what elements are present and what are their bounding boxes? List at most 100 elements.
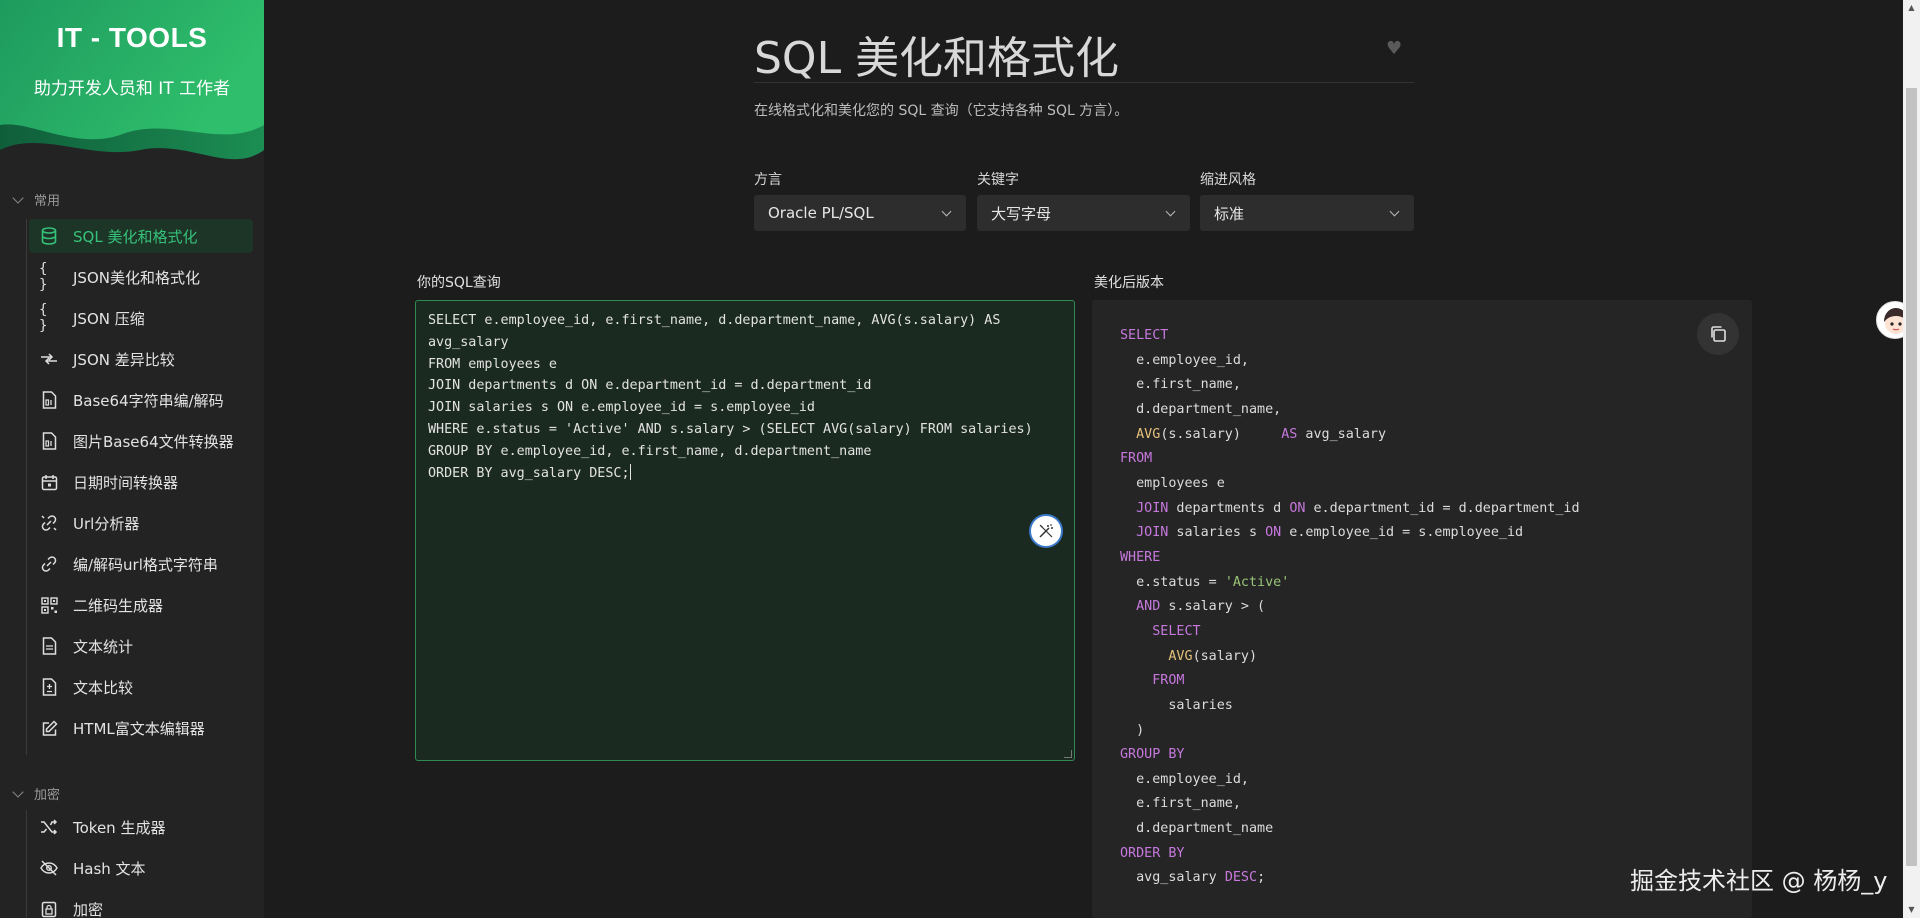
code-token: e.employee_id,	[1120, 771, 1249, 787]
sidebar-item-hash-text[interactable]: Hash 文本	[29, 851, 253, 885]
sidebar-item-datetime[interactable]: 日期时间转换器	[29, 465, 253, 499]
text-cursor	[629, 463, 631, 480]
code-line: e.first_name,	[1120, 377, 1241, 392]
chevron-down-icon	[12, 191, 24, 204]
file-text-icon	[39, 636, 59, 656]
code-line: d.department_name	[1120, 821, 1273, 836]
magic-wand-button[interactable]	[1029, 514, 1063, 548]
sidebar-item-url-parser[interactable]: Url分析器	[29, 506, 253, 540]
code-token: avg_salary	[1297, 426, 1387, 442]
sql-input-textarea[interactable]: SELECT e.employee_id, e.first_name, d.de…	[415, 300, 1075, 761]
code-token: e.department_id = d.department_id	[1305, 500, 1580, 516]
code-token: e.status =	[1120, 574, 1225, 590]
code-line: e.employee_id,	[1120, 772, 1249, 787]
copy-button[interactable]	[1697, 313, 1739, 355]
code-token: )	[1120, 722, 1145, 738]
sidebar-item-url-encode[interactable]: 编/解码url格式字符串	[29, 547, 253, 581]
qrcode-icon	[39, 595, 59, 615]
sql-input-text: SELECT e.employee_id, e.first_name, d.de…	[428, 313, 1033, 481]
sidebar-item-label: 文本统计	[73, 637, 134, 656]
dialect-select[interactable]: Oracle PL/SQL	[754, 195, 966, 231]
section-title: 常用	[34, 194, 61, 209]
file-binary-icon	[39, 390, 59, 410]
code-token-kw: WHERE	[1120, 549, 1161, 565]
section-header-common[interactable]: 常用	[12, 190, 61, 209]
code-token: e.first_name,	[1120, 377, 1241, 393]
scroll-down-arrow[interactable]: ▼	[1906, 905, 1917, 915]
favorite-heart-icon[interactable]: ♥	[1386, 40, 1404, 58]
code-line: GROUP BY	[1120, 747, 1185, 762]
app-subtitle: 助力开发人员和 IT 工作者	[33, 79, 231, 99]
app-title: IT - TOOLS	[56, 22, 208, 53]
code-token: departments d	[1168, 500, 1290, 516]
sidebar-item-label: 加密	[73, 900, 104, 918]
code-line: WHERE	[1120, 550, 1160, 565]
compare-arrows-icon	[39, 349, 59, 369]
sidebar-item-text-diff[interactable]: 文本比较	[29, 670, 253, 704]
code-token-kw: FROM	[1120, 451, 1153, 467]
sidebar-item-json-diff[interactable]: JSON 差异比较	[29, 342, 253, 376]
edit-icon	[39, 718, 59, 738]
link-icon	[39, 554, 59, 574]
code-line: JOIN departments d ON e.department_id = …	[1120, 500, 1580, 516]
sidebar-item-label: HTML富文本编辑器	[73, 719, 205, 738]
braces-icon: { }	[39, 302, 48, 334]
code-line: )	[1120, 723, 1144, 738]
indent-style-select[interactable]: 标准	[1200, 195, 1414, 231]
code-token-kw: SELECT	[1120, 328, 1169, 343]
code-line: e.first_name,	[1120, 796, 1241, 811]
code-token-fn: AVG	[1136, 426, 1161, 442]
code-token: e.employee_id,	[1120, 352, 1249, 368]
code-token: avg_salary	[1120, 870, 1225, 886]
sidebar-item-json-minify[interactable]: { } JSON 压缩	[29, 301, 253, 335]
scroll-up-arrow[interactable]: ▲	[1906, 3, 1917, 13]
brand-hero[interactable]: IT - TOOLS 助力开发人员和 IT 工作者	[0, 0, 264, 165]
sidebar-item-json-formatter[interactable]: { } JSON美化和格式化	[29, 260, 253, 294]
keyword-case-label: 关键字	[977, 172, 1019, 188]
sidebar-item-token-generator[interactable]: Token 生成器	[29, 810, 253, 844]
code-line: salaries	[1120, 698, 1233, 713]
section-header-crypto[interactable]: 加密	[12, 784, 60, 803]
sidebar-item-label: 图片Base64文件转换器	[73, 432, 234, 451]
sidebar-item-sql-formatter[interactable]: SQL 美化和格式化	[29, 219, 253, 253]
chevron-down-icon	[941, 206, 952, 217]
code-token: salaries	[1120, 697, 1233, 713]
sidebar-item-base64-image[interactable]: 图片Base64文件转换器	[29, 424, 253, 458]
dialect-value: Oracle PL/SQL	[768, 204, 874, 222]
code-token: s.salary > (	[1160, 599, 1266, 615]
code-line: e.status = 'Active'	[1120, 575, 1289, 590]
code-line: FROM	[1120, 673, 1184, 688]
code-line: ORDER BY	[1120, 846, 1185, 861]
formatted-output[interactable]: SELECT e.employee_id, e.first_name, d.de…	[1092, 300, 1752, 918]
sidebar-item-label: 二维码生成器	[73, 596, 164, 615]
code-token-kw: AND	[1136, 599, 1161, 615]
sidebar-item-qrcode[interactable]: 二维码生成器	[29, 588, 253, 622]
code-token-fn: AVG	[1168, 648, 1193, 664]
code-line: avg_salary DESC;	[1120, 870, 1265, 885]
code-token: d.department_name,	[1120, 401, 1282, 417]
code-token: ;	[1257, 870, 1266, 886]
code-token-kw: JOIN	[1136, 525, 1169, 541]
output-label: 美化后版本	[1094, 275, 1164, 291]
sidebar-item-label: Base64字符串编/解码	[73, 391, 224, 410]
sidebar-item-text-stats[interactable]: 文本统计	[29, 629, 253, 663]
sidebar-item-html-editor[interactable]: HTML富文本编辑器	[29, 711, 253, 745]
resize-handle[interactable]	[1064, 750, 1072, 758]
code-line: AND s.salary > (	[1120, 599, 1265, 614]
sidebar-item-encrypt[interactable]: 加密	[29, 892, 253, 918]
sidebar-item-base64-string[interactable]: Base64字符串编/解码	[29, 383, 253, 417]
code-line: employees e	[1120, 476, 1225, 491]
scrollbar-thumb[interactable]	[1906, 88, 1917, 866]
copy-icon	[1711, 326, 1726, 342]
sidebar-item-label: JSON美化和格式化	[73, 268, 200, 287]
calendar-icon	[39, 472, 59, 492]
nav-group-crypto: Token 生成器 Hash 文本 加密	[26, 810, 253, 918]
sidebar-item-label: 编/解码url格式字符串	[73, 555, 218, 574]
code-token-kw: ON	[1265, 525, 1282, 541]
keyword-case-select[interactable]: 大写字母	[977, 195, 1190, 231]
code-token-kw: ORDER BY	[1120, 845, 1185, 861]
